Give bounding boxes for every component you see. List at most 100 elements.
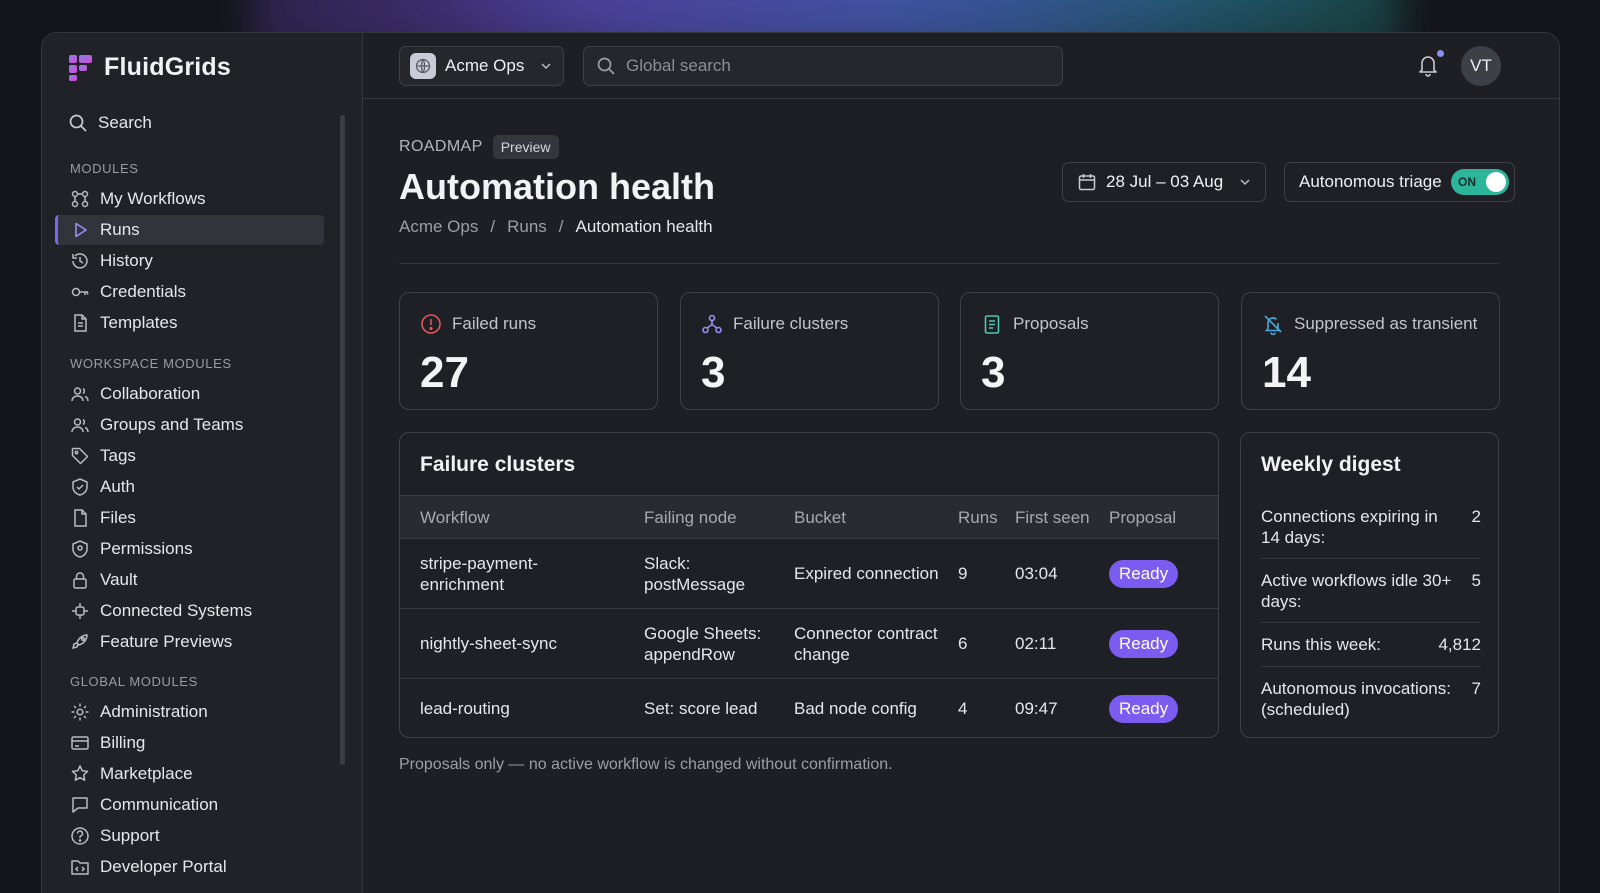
sidebar-item-communication[interactable]: Communication: [55, 790, 324, 820]
section-label-workspace: WORKSPACE MODULES: [70, 356, 232, 371]
bell-icon[interactable]: [1417, 53, 1439, 77]
workflow-icon: [71, 190, 89, 208]
digest-value: 2: [1471, 507, 1481, 526]
sidebar-item-groups-and-teams[interactable]: Groups and Teams: [55, 410, 324, 440]
table-row[interactable]: lead-routing Set: score lead Bad node co…: [400, 679, 1218, 737]
column-header-failing-node[interactable]: Failing node: [644, 508, 737, 528]
global-search-input[interactable]: [626, 56, 1046, 76]
date-range-picker[interactable]: 28 Jul – 03 Aug: [1062, 162, 1266, 202]
sidebar-item-permissions[interactable]: Permissions: [55, 534, 324, 564]
sidebar-item-label: Files: [100, 508, 136, 527]
digest-value: 7: [1471, 679, 1481, 698]
stat-value: 14: [1262, 348, 1311, 397]
stat-value: 3: [701, 348, 726, 397]
topbar: Acme Ops VT: [363, 33, 1559, 99]
sidebar-item-marketplace[interactable]: Marketplace: [55, 759, 324, 789]
sidebar-item-auth[interactable]: Auth: [55, 472, 324, 502]
column-header-runs[interactable]: Runs: [958, 508, 998, 528]
table-header: Workflow Failing node Bucket Runs First …: [400, 495, 1218, 539]
stat-value: 27: [420, 348, 469, 397]
sidebar-item-developer-portal[interactable]: Developer Portal: [55, 852, 324, 882]
preview-badge: Preview: [492, 135, 559, 159]
proposal-ready-badge[interactable]: Ready: [1109, 630, 1179, 658]
brand[interactable]: FluidGrids: [68, 53, 231, 82]
stat-card-suppressed[interactable]: Suppressed as transient 14: [1241, 292, 1500, 410]
sidebar-item-billing[interactable]: Billing: [55, 728, 324, 758]
sidebar-item-history[interactable]: History: [55, 246, 324, 276]
sidebar-item-label: Templates: [100, 313, 178, 332]
org-selector[interactable]: Acme Ops: [399, 46, 564, 86]
search-icon: [597, 57, 615, 75]
digest-row: Runs this week: 4,812: [1261, 623, 1481, 667]
table-row[interactable]: stripe-payment-enrichment Slack: postMes…: [400, 539, 1218, 609]
cluster-icon: [702, 314, 722, 334]
stat-card-proposals[interactable]: Proposals 3: [960, 292, 1219, 410]
stat-label: Failure clusters: [733, 314, 849, 333]
proposal-ready-badge[interactable]: Ready: [1109, 695, 1179, 723]
chevron-down-icon: [541, 63, 551, 70]
breadcrumb-separator: /: [558, 217, 564, 236]
sidebar-item-label: Runs: [100, 220, 140, 239]
avatar[interactable]: VT: [1461, 46, 1501, 86]
sidebar-item-label: Developer Portal: [100, 857, 227, 876]
sidebar-item-label: Marketplace: [100, 764, 193, 783]
digest-value: 5: [1471, 571, 1481, 590]
sidebar-search[interactable]: Search: [68, 113, 152, 133]
sidebar-item-vault[interactable]: Vault: [55, 565, 324, 595]
users-icon: [71, 418, 89, 433]
document-icon: [74, 314, 87, 332]
sidebar-item-label: Vault: [100, 570, 138, 589]
sidebar-item-label: Permissions: [100, 539, 193, 558]
column-header-first-seen[interactable]: First seen: [1015, 508, 1090, 528]
digest-row: Autonomous invocations: (scheduled) 7: [1261, 667, 1481, 731]
stat-card-failure-clusters[interactable]: Failure clusters 3: [680, 292, 939, 410]
sidebar-item-runs[interactable]: Runs: [55, 215, 324, 245]
sidebar-item-label: History: [100, 251, 153, 270]
stat-label: Failed runs: [452, 314, 537, 333]
proposal-ready-badge[interactable]: Ready: [1109, 560, 1179, 588]
sidebar-item-feature-previews[interactable]: Feature Previews: [55, 627, 324, 657]
sidebar-item-tags[interactable]: Tags: [55, 441, 324, 471]
sidebar-item-support[interactable]: Support: [55, 821, 324, 851]
cell-first-seen: 03:04: [1015, 564, 1058, 583]
section-label-modules: MODULES: [70, 161, 139, 176]
sidebar-item-connected-systems[interactable]: Connected Systems: [55, 596, 324, 626]
column-header-proposal[interactable]: Proposal: [1109, 508, 1176, 528]
gear-icon: [71, 703, 89, 721]
digest-label: Runs this week:: [1261, 635, 1381, 654]
page-title: Automation health: [399, 166, 715, 207]
triage-toggle[interactable]: ON: [1451, 169, 1509, 195]
sidebar-item-collaboration[interactable]: Collaboration: [55, 379, 324, 409]
sidebar-search-label: Search: [98, 113, 152, 132]
chat-icon: [72, 797, 88, 813]
sidebar-scrollbar[interactable]: [340, 115, 345, 765]
stat-label: Suppressed as transient: [1294, 314, 1478, 333]
notification-dot: [1437, 50, 1444, 57]
sidebar: FluidGrids Search MODULES My Workflows R…: [42, 33, 363, 893]
app-window: FluidGrids Search MODULES My Workflows R…: [41, 32, 1560, 893]
cell-bucket: Bad node config: [794, 699, 917, 718]
breadcrumb-item-acme-ops[interactable]: Acme Ops: [399, 217, 478, 237]
sidebar-item-credentials[interactable]: Credentials: [55, 277, 324, 307]
bell-off-icon: [1264, 315, 1282, 335]
sidebar-item-templates[interactable]: Templates: [55, 308, 324, 338]
stat-card-failed-runs[interactable]: Failed runs 27: [399, 292, 658, 410]
sidebar-item-files[interactable]: Files: [55, 503, 324, 533]
card-icon: [71, 736, 89, 750]
toggle-knob: [1486, 172, 1506, 192]
file-icon: [74, 509, 87, 527]
date-range-value: 28 Jul – 03 Aug: [1106, 172, 1224, 191]
lock-icon: [73, 572, 87, 589]
calendar-icon: [1078, 174, 1096, 191]
global-search[interactable]: [583, 46, 1063, 86]
breadcrumb-item-runs[interactable]: Runs: [507, 217, 547, 237]
stat-value: 3: [981, 348, 1006, 397]
column-header-workflow[interactable]: Workflow: [420, 508, 490, 528]
digest-label: Autonomous invocations: (scheduled): [1261, 679, 1451, 719]
column-header-bucket[interactable]: Bucket: [794, 508, 846, 528]
sidebar-item-administration[interactable]: Administration: [55, 697, 324, 727]
code-icon: [71, 860, 89, 875]
sidebar-item-my-workflows[interactable]: My Workflows: [55, 184, 324, 214]
weekly-digest-panel: Weekly digest Connections expiring in 14…: [1240, 432, 1499, 738]
table-row[interactable]: nightly-sheet-sync Google Sheets: append…: [400, 609, 1218, 679]
